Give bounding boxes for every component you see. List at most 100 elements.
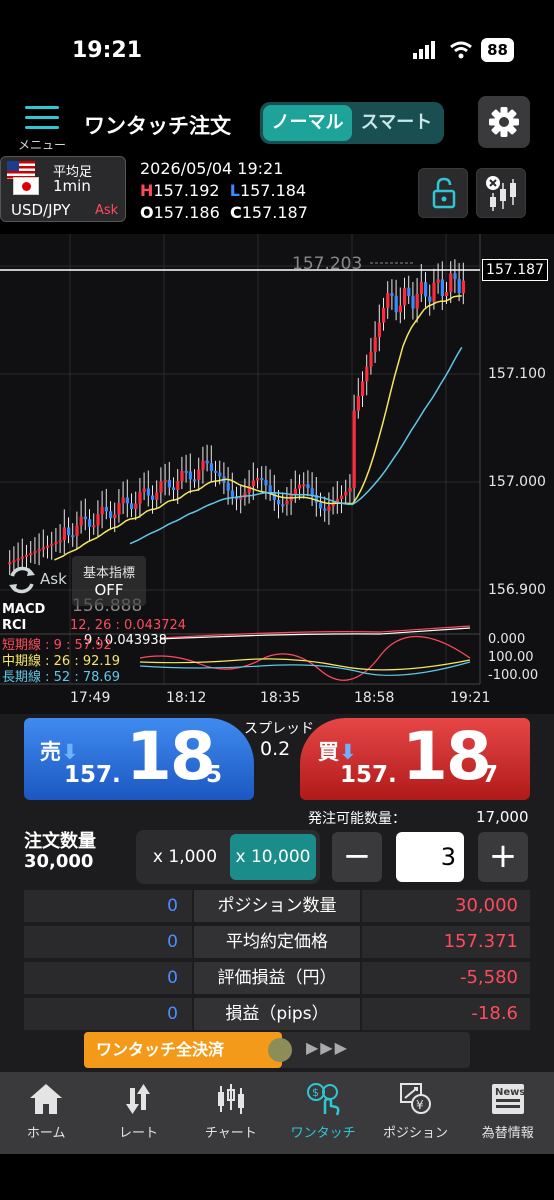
candle-body [167, 479, 171, 488]
candle-body [306, 484, 310, 489]
position-buy-value: 30,000 [362, 890, 530, 922]
svg-text:$: $ [312, 1086, 319, 1099]
chart-datetime: 2026/05/04 19:21 [140, 159, 284, 178]
mode-normal-tab[interactable]: ノーマル [263, 105, 352, 141]
slider-handle-icon[interactable] [268, 1038, 292, 1062]
tab-fx-info[interactable]: News 為替情報 [462, 1072, 554, 1154]
candle-body [163, 479, 167, 482]
tab-home[interactable]: ホーム [0, 1072, 92, 1154]
ohlc-readout: 2026/05/04 19:21 H157.192 L157.184 O157.… [140, 158, 308, 224]
macd-params: 12, 26 : 0.043724 [70, 618, 187, 633]
tab-chart[interactable]: チャート [185, 1072, 277, 1154]
candle-body [130, 503, 134, 510]
menu-button[interactable]: メニュー [14, 102, 70, 152]
order-qty-label: 注文数量 30,000 [24, 831, 96, 872]
slide-arrows-icon: ▶▶▶ [306, 1038, 349, 1057]
tab-rate[interactable]: レート [92, 1072, 184, 1154]
candle-body [344, 491, 348, 496]
usd-jpy-flag-icon [7, 161, 41, 197]
position-sell-value: 0 [24, 998, 192, 1030]
settings-button[interactable] [478, 96, 530, 148]
qty-decrement-button[interactable]: − [332, 832, 382, 882]
x-axis-label: 19:21 [450, 690, 491, 706]
tab-label: チャート [204, 1126, 257, 1141]
candle-body [104, 506, 108, 512]
qty-unit-10000-button[interactable]: x 10,000 [230, 834, 316, 880]
position-sell-value: 0 [24, 962, 192, 994]
candle-body [146, 488, 150, 496]
rate-arrows-icon [126, 1084, 151, 1114]
candle-body [352, 410, 356, 489]
basic-indicator-button[interactable]: 基本指標 OFF [72, 556, 146, 606]
candle-body [125, 497, 129, 504]
close-all-slider[interactable]: ワンタッチ全決済 ▶▶▶ [84, 1032, 470, 1068]
candle-body [62, 527, 66, 541]
one-touch-icon: $ [307, 1083, 340, 1116]
candle-body [197, 469, 201, 480]
candle-body [151, 495, 155, 500]
mode-toggle: ノーマル スマート [260, 102, 444, 144]
available-qty-value: 17,000 [476, 808, 529, 826]
position-buy-value: -5,580 [362, 962, 530, 994]
spread-value: 0.2 [260, 738, 291, 760]
close-value: 157.187 [241, 203, 308, 222]
tab-label: レート [118, 1126, 158, 1141]
tab-one-touch[interactable]: $ ワンタッチ [277, 1072, 369, 1154]
candle-body [92, 525, 96, 528]
tab-position[interactable]: ¥ ポジション [369, 1072, 461, 1154]
candle-body [369, 351, 373, 367]
chart-lock-button[interactable] [418, 168, 468, 218]
candle-body [281, 504, 285, 507]
ask-label: Ask [40, 570, 67, 588]
candle-body [226, 483, 230, 491]
menu-label: メニュー [17, 138, 66, 152]
candle-body [239, 497, 243, 500]
home-indicator-area [0, 1154, 554, 1200]
candle-body [188, 471, 192, 480]
candle-body [415, 293, 419, 309]
price-chart[interactable]: 157.203 156.888 157.187 157.100 157.000 … [0, 234, 554, 714]
candle-body [298, 484, 302, 489]
wifi-icon [450, 41, 473, 59]
candle-body [193, 479, 197, 482]
bottom-tab-bar: ホーム レート チャート $ ワンタッチ ¥ ポジション News 為替情報 [0, 1072, 554, 1154]
sell-arrow-icon: ⬇ [61, 740, 79, 764]
sell-price-pip: 5 [206, 762, 223, 788]
candle-body [218, 472, 222, 477]
candle-body [205, 460, 209, 464]
candle-body [184, 470, 188, 473]
position-row-label: ポジション数量 [194, 890, 360, 922]
close-all-button[interactable]: ワンタッチ全決済 [84, 1032, 282, 1068]
qty-unit-1000-button[interactable]: x 1,000 [140, 834, 230, 880]
gear-icon [489, 107, 519, 137]
sell-button[interactable]: 売⬇ 157. 18 5 [24, 718, 254, 800]
bar-interval-label: 1min [53, 177, 91, 195]
candle-body [407, 287, 411, 296]
candle-body [386, 293, 390, 308]
rci-label: RCI [2, 618, 27, 633]
buy-price-prefix: 157. [340, 762, 397, 788]
chart-info-bar: 平均足 1min USD/JPY Ask 2026/05/04 19:21 H1… [0, 156, 554, 226]
qty-increment-button[interactable]: + [478, 832, 528, 882]
rci-short-line [139, 635, 471, 681]
currency-pair-selector[interactable]: 平均足 1min USD/JPY Ask [0, 156, 126, 222]
mode-smart-tab[interactable]: スマート [352, 105, 441, 141]
position-row: 0 平均約定価格 157.371 [24, 926, 530, 958]
candle-body [113, 514, 117, 519]
buy-button[interactable]: 買⬇ 157. 18 7 [300, 718, 530, 800]
candle-body [419, 282, 423, 294]
qty-input[interactable]: 3 [396, 832, 464, 882]
candle-body [117, 503, 121, 515]
hamburger-icon [25, 106, 59, 129]
candle-body [54, 541, 58, 544]
y-axis-label: 156.900 [488, 582, 546, 598]
rci-top-label: 100.00 [488, 650, 534, 665]
chart-type-button[interactable] [476, 168, 526, 218]
candle-body [403, 287, 407, 306]
position-icon: ¥ [400, 1083, 432, 1114]
price-side-toggle[interactable]: Ask [2, 556, 70, 604]
candle-body [37, 549, 41, 552]
rci-long-line [139, 661, 471, 676]
x-axis-label: 18:12 [166, 690, 207, 706]
candle-body [33, 551, 37, 554]
